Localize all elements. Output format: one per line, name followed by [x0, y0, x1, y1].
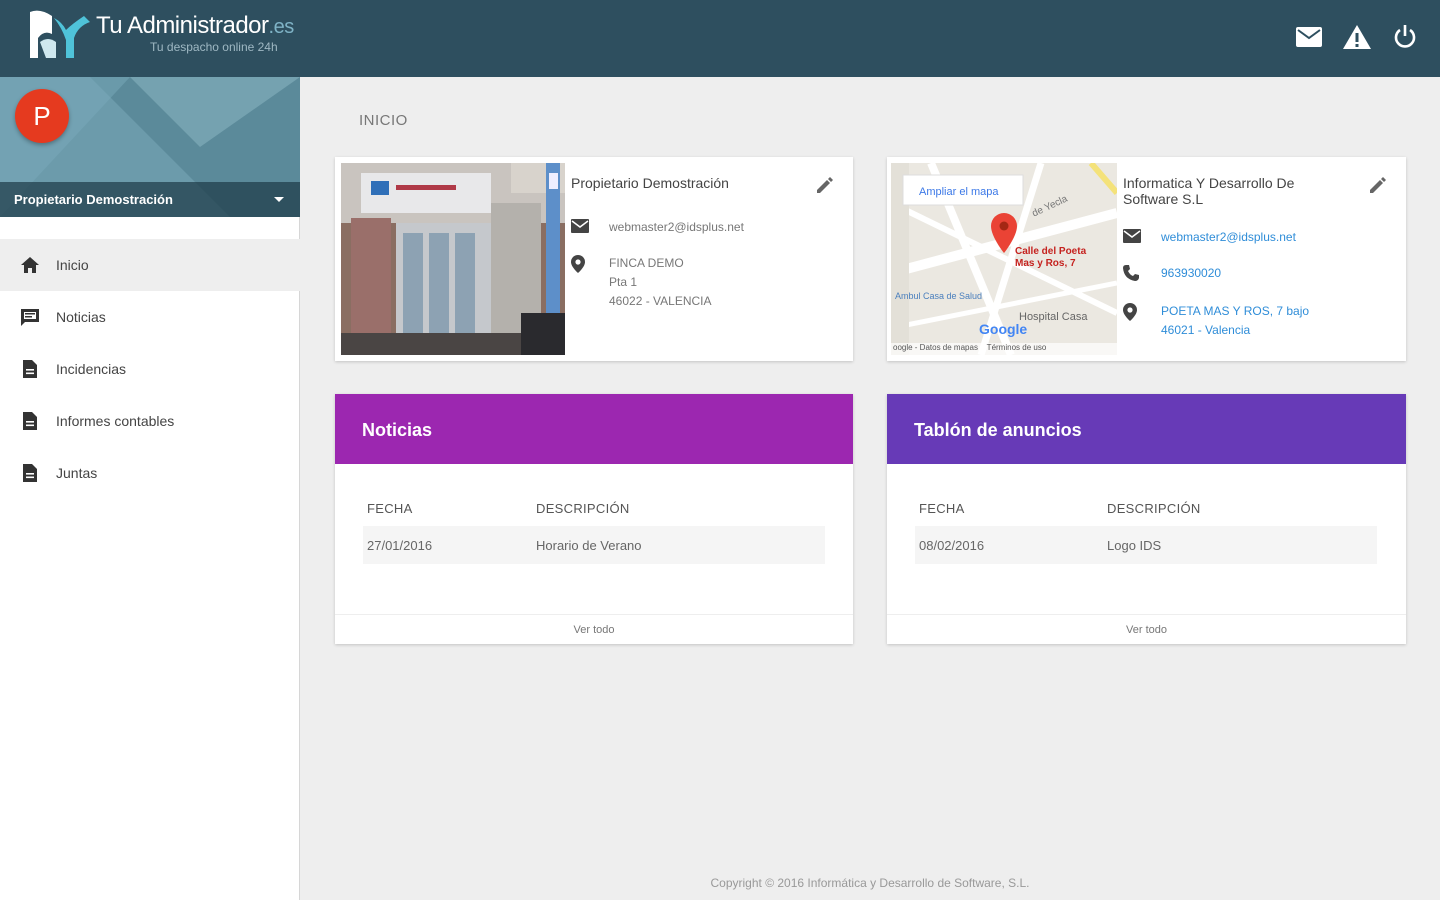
panel-title: Noticias [335, 394, 853, 464]
warning-icon[interactable] [1342, 22, 1372, 52]
sidebar-nav: Inicio Noticias Incidencias Informes con… [0, 239, 300, 499]
owner-card: Propietario Demostración webmaster2@idsp… [335, 157, 853, 361]
location-pin-icon [1123, 303, 1141, 321]
column-header-description: DESCRIPCIÓN [536, 500, 630, 516]
sidebar-item-inicio[interactable]: Inicio [0, 239, 300, 291]
cell-date: 27/01/2016 [367, 537, 433, 553]
cell-description: Logo IDS [1107, 537, 1162, 553]
avatar[interactable]: P [15, 89, 69, 143]
admin-email-row[interactable]: webmaster2@idsplus.net [1123, 228, 1296, 247]
cell-date: 08/02/2016 [919, 537, 985, 553]
view-all-link[interactable]: Ver todo [887, 614, 1406, 644]
user-name: Propietario Demostración [14, 192, 173, 207]
logo[interactable]: Tu Administrador.es Tu despacho online 2… [26, 8, 326, 68]
cell-description: Horario de Verano [536, 537, 642, 553]
owner-email: webmaster2@idsplus.net [609, 220, 744, 234]
power-icon[interactable] [1390, 22, 1420, 52]
chat-icon [20, 307, 40, 327]
edit-icon[interactable] [1368, 175, 1388, 195]
location-pin-icon [571, 255, 589, 273]
map-brand: Google [979, 321, 1028, 337]
pin-label: Calle del Poeta Mas y Ros, 7 [1015, 246, 1087, 269]
table-row[interactable]: 08/02/2016 Logo IDS [915, 526, 1377, 564]
page-title: INICIO [359, 112, 408, 129]
board-table: FECHA DESCRIPCIÓN 08/02/2016 Logo IDS [915, 490, 1377, 564]
logo-subtitle: Tu despacho online 24h [150, 40, 278, 54]
news-panel: Noticias FECHA DESCRIPCIÓN 27/01/2016 Ho… [335, 394, 853, 644]
panel-title: Tablón de anuncios [887, 394, 1406, 464]
sidebar-item-label: Noticias [56, 309, 106, 325]
map-footer: oogle - Datos de mapas Términos de uso [891, 343, 1117, 355]
map-pin-icon [991, 213, 1017, 253]
map[interactable]: Ampliar el mapa de Yecla Calle del Poeta… [891, 163, 1117, 355]
board-panel: Tablón de anuncios FECHA DESCRIPCIÓN 08/… [887, 394, 1406, 644]
table-row[interactable]: 27/01/2016 Horario de Verano [363, 526, 825, 564]
owner-address: FINCA DEMO Pta 1 46022 - VALENCIA [609, 256, 712, 308]
admin-phone-row[interactable]: 963930020 [1123, 264, 1221, 283]
sidebar-item-label: Juntas [56, 465, 98, 481]
sidebar-item-label: Informes contables [56, 413, 175, 429]
admin-name: Informatica Y Desarrollo De Software S.L [1123, 175, 1295, 207]
map-place-label: Hospital Casa [1019, 311, 1088, 323]
mail-icon [571, 219, 589, 237]
news-table: FECHA DESCRIPCIÓN 27/01/2016 Horario de … [363, 490, 825, 564]
top-app-bar: Tu Administrador.es Tu despacho online 2… [0, 0, 1440, 77]
document-icon [20, 411, 40, 431]
logo-title: Tu Administrador.es [96, 12, 294, 39]
sidebar-item-noticias[interactable]: Noticias [0, 291, 300, 343]
enlarge-map-link[interactable]: Ampliar el mapa [919, 186, 998, 198]
view-all-link[interactable]: Ver todo [335, 614, 853, 644]
owner-name: Propietario Demostración [571, 175, 729, 191]
table-header: FECHA DESCRIPCIÓN [363, 490, 825, 526]
admin-card: Ampliar el mapa de Yecla Calle del Poeta… [887, 157, 1406, 361]
sidebar-item-informes-contables[interactable]: Informes contables [0, 395, 300, 447]
home-icon [20, 255, 40, 275]
top-actions [1294, 22, 1420, 52]
admin-address-row[interactable]: POETA MAS Y ROS, 7 bajo 46021 - Valencia [1123, 302, 1309, 340]
copyright: Copyright © 2016 Informática y Desarroll… [710, 876, 1030, 890]
mail-icon [1123, 229, 1141, 247]
column-header-date: FECHA [367, 500, 413, 516]
sidebar-header: P Propietario Demostración [0, 77, 300, 217]
sidebar-item-incidencias[interactable]: Incidencias [0, 343, 300, 395]
owner-email-row: webmaster2@idsplus.net [571, 218, 744, 237]
sidebar-item-label: Inicio [56, 257, 89, 273]
owner-address-row: FINCA DEMO Pta 1 46022 - VALENCIA [571, 254, 712, 311]
edit-icon[interactable] [815, 175, 835, 195]
sidebar: P Propietario Demostración Inicio Notici… [0, 77, 300, 900]
map-place-label: Ambul Casa de Salud [895, 291, 983, 301]
sidebar-item-label: Incidencias [56, 361, 127, 377]
column-header-date: FECHA [919, 500, 965, 516]
mail-icon[interactable] [1294, 22, 1324, 52]
caret-down-icon [274, 197, 284, 202]
document-icon [20, 463, 40, 483]
document-icon [20, 359, 40, 379]
property-photo [341, 163, 565, 355]
column-header-description: DESCRIPCIÓN [1107, 500, 1201, 516]
user-menu[interactable]: Propietario Demostración [0, 182, 300, 217]
admin-email[interactable]: webmaster2@idsplus.net [1161, 228, 1296, 247]
admin-phone[interactable]: 963930020 [1161, 264, 1221, 283]
table-header: FECHA DESCRIPCIÓN [915, 490, 1377, 526]
sidebar-item-juntas[interactable]: Juntas [0, 447, 300, 499]
admin-address[interactable]: POETA MAS Y ROS, 7 bajo 46021 - Valencia [1161, 302, 1309, 340]
phone-icon [1123, 265, 1141, 283]
logo-icon [30, 10, 90, 59]
